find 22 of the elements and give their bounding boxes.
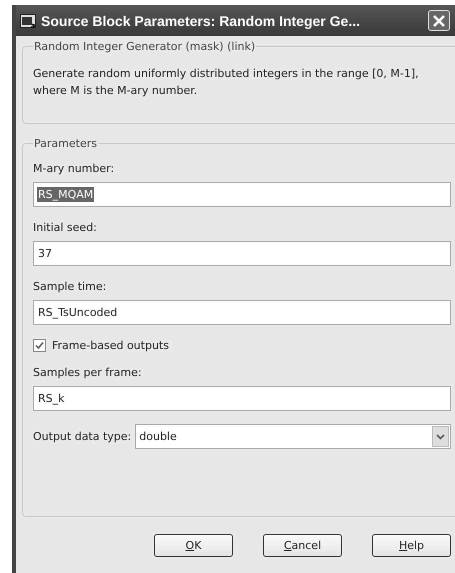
input-field[interactable]: RS_k xyxy=(33,386,451,411)
field-label: M-ary number: xyxy=(33,162,116,175)
group-title: Random Integer Generator (mask) (link) xyxy=(33,40,256,53)
close-icon xyxy=(432,14,446,28)
dialog-button[interactable]: Cancel xyxy=(263,534,342,557)
dialog-button[interactable]: OK xyxy=(154,534,233,557)
close-button[interactable] xyxy=(428,10,450,31)
group-title: Parameters xyxy=(33,137,98,150)
field-label: Samples per frame: xyxy=(33,366,143,379)
dialog-button[interactable]: Help xyxy=(372,534,451,557)
field-label: Sample time: xyxy=(33,280,108,293)
block-description: Generate random uniformly distributed integers in the range [0, M-1], where M is the M-ary number. xyxy=(33,66,420,99)
dropdown[interactable]: double xyxy=(135,424,451,449)
input-field[interactable]: RS_TsUncoded xyxy=(33,300,451,325)
field-label: Output data type: xyxy=(33,430,132,443)
checkbox-label: Frame-based outputs xyxy=(52,339,169,352)
window-title: Source Block Parameters: Random Integer Ge... xyxy=(41,12,360,28)
field-label: Initial seed: xyxy=(33,221,98,234)
checkbox[interactable] xyxy=(33,339,46,352)
input-field[interactable]: RS_MQAM xyxy=(33,182,451,207)
input-field[interactable]: 37 xyxy=(33,241,451,266)
block-icon xyxy=(20,12,36,28)
